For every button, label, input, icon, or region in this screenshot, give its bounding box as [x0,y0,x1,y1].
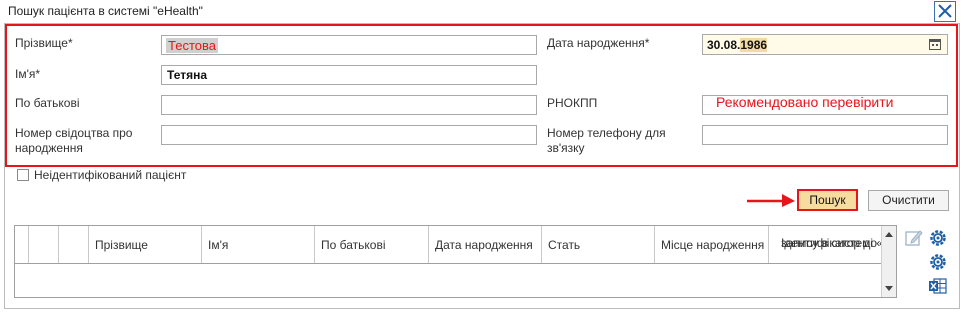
unidentified-patient-label: Неідентифікований пацієнт [34,168,187,182]
unidentified-patient-checkbox[interactable] [17,169,29,181]
scroll-down-arrow[interactable] [885,286,893,291]
column-header-surname[interactable]: Прізвище [89,226,202,263]
birthdate-day-month: 30.08. [707,38,741,52]
window-title: Пошук пацієнта в системі "eHealth" [8,4,203,18]
edit-icon[interactable] [904,228,924,248]
excel-export-icon[interactable] [928,276,948,296]
calendar-icon[interactable] [929,38,941,50]
patronymic-field[interactable] [161,95,537,115]
title-bar: Пошук пацієнта в системі "eHealth" [0,0,964,24]
column-header-name[interactable]: Ім'я [202,226,315,263]
birthdate-field[interactable]: 30.08.1986 [702,34,948,55]
phone-label-line2: зв'язку [547,141,585,155]
column-header-patronymic[interactable]: По батькові [315,226,429,263]
table-header-indicator [15,226,29,263]
column-header-birthplace[interactable]: Місце народження [655,226,769,263]
rnokpp-recommendation: Рекомендовано перевірити [716,94,894,110]
birth-certificate-field[interactable] [161,125,537,145]
scroll-up-arrow[interactable] [885,232,893,237]
name-label: Ім'я* [15,67,41,81]
search-button[interactable]: Пошук [797,189,858,211]
column-header-ehealth-id[interactable]: Ідентифікатор до п запису в системі «е [769,226,883,263]
birthdate-value: 30.08.1986 [707,38,768,52]
name-field[interactable]: Тетяна [161,65,537,85]
close-icon [938,4,952,18]
birthdate-year: 1986 [740,38,768,52]
table-vertical-scrollbar[interactable] [881,226,896,297]
results-table: Прізвище Ім'я По батькові Дата народженн… [14,225,897,298]
column-header-sex[interactable]: Стать [542,226,655,263]
birthdate-label: Дата народження* [547,36,650,50]
patronymic-label: По батькові [15,96,80,110]
close-button[interactable] [934,1,956,22]
settings-icon[interactable] [928,228,948,248]
birth-certificate-label-line1: Номер свідоцтва про [15,126,133,140]
rnokpp-label: РНОКПП [547,96,598,110]
surname-label: Прізвище* [15,36,73,50]
birth-certificate-label-line2: народження [15,141,83,155]
phone-label-line1: Номер телефону для [547,126,666,140]
table-header-blank-1 [29,226,59,263]
surname-value: Тестова [166,38,218,53]
table-header: Прізвище Ім'я По батькові Дата народженн… [15,226,883,264]
table-header-blank-2 [59,226,89,263]
settings-icon[interactable] [928,252,948,272]
column-header-birthdate[interactable]: Дата народження [429,226,542,263]
phone-field[interactable] [702,125,948,145]
clear-button[interactable]: Очистити [868,190,949,211]
arrow-icon [747,194,795,207]
